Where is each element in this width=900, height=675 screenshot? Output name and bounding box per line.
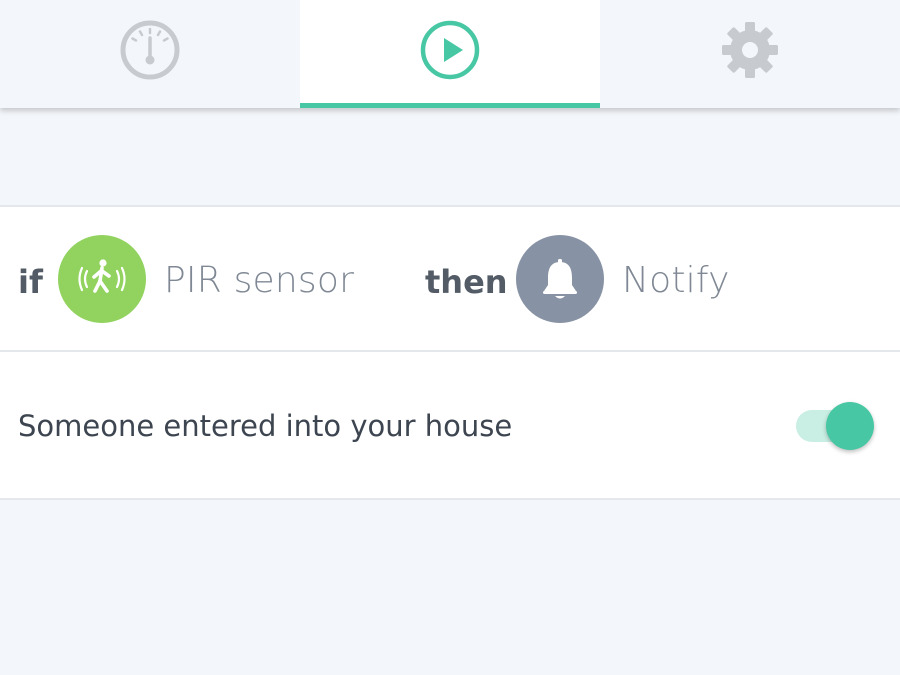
tab-rules[interactable] bbox=[300, 0, 600, 108]
notification-message: Someone entered into your house bbox=[18, 409, 513, 443]
action-device-label: Notify bbox=[622, 260, 730, 301]
motion-sensor-icon bbox=[78, 259, 126, 293]
tab-dashboard[interactable] bbox=[0, 0, 300, 108]
play-icon bbox=[420, 20, 480, 80]
app-root: if PIR sensor then Notify Someone entere… bbox=[0, 0, 900, 675]
bell-icon bbox=[543, 259, 577, 299]
tab-settings[interactable] bbox=[600, 0, 900, 108]
action-device-badge[interactable] bbox=[516, 235, 604, 323]
notification-toggle[interactable] bbox=[796, 400, 878, 452]
trigger-device-badge[interactable] bbox=[58, 235, 146, 323]
then-keyword: then bbox=[425, 263, 508, 301]
if-keyword: if bbox=[18, 263, 43, 301]
rule-card[interactable]: if PIR sensor then Notify bbox=[0, 205, 900, 352]
tab-bar bbox=[0, 0, 900, 108]
trigger-device-label: PIR sensor bbox=[164, 260, 355, 301]
toggle-knob[interactable] bbox=[826, 402, 874, 450]
gear-icon bbox=[722, 22, 778, 78]
notification-row: Someone entered into your house bbox=[0, 352, 900, 500]
gauge-icon bbox=[120, 20, 180, 80]
